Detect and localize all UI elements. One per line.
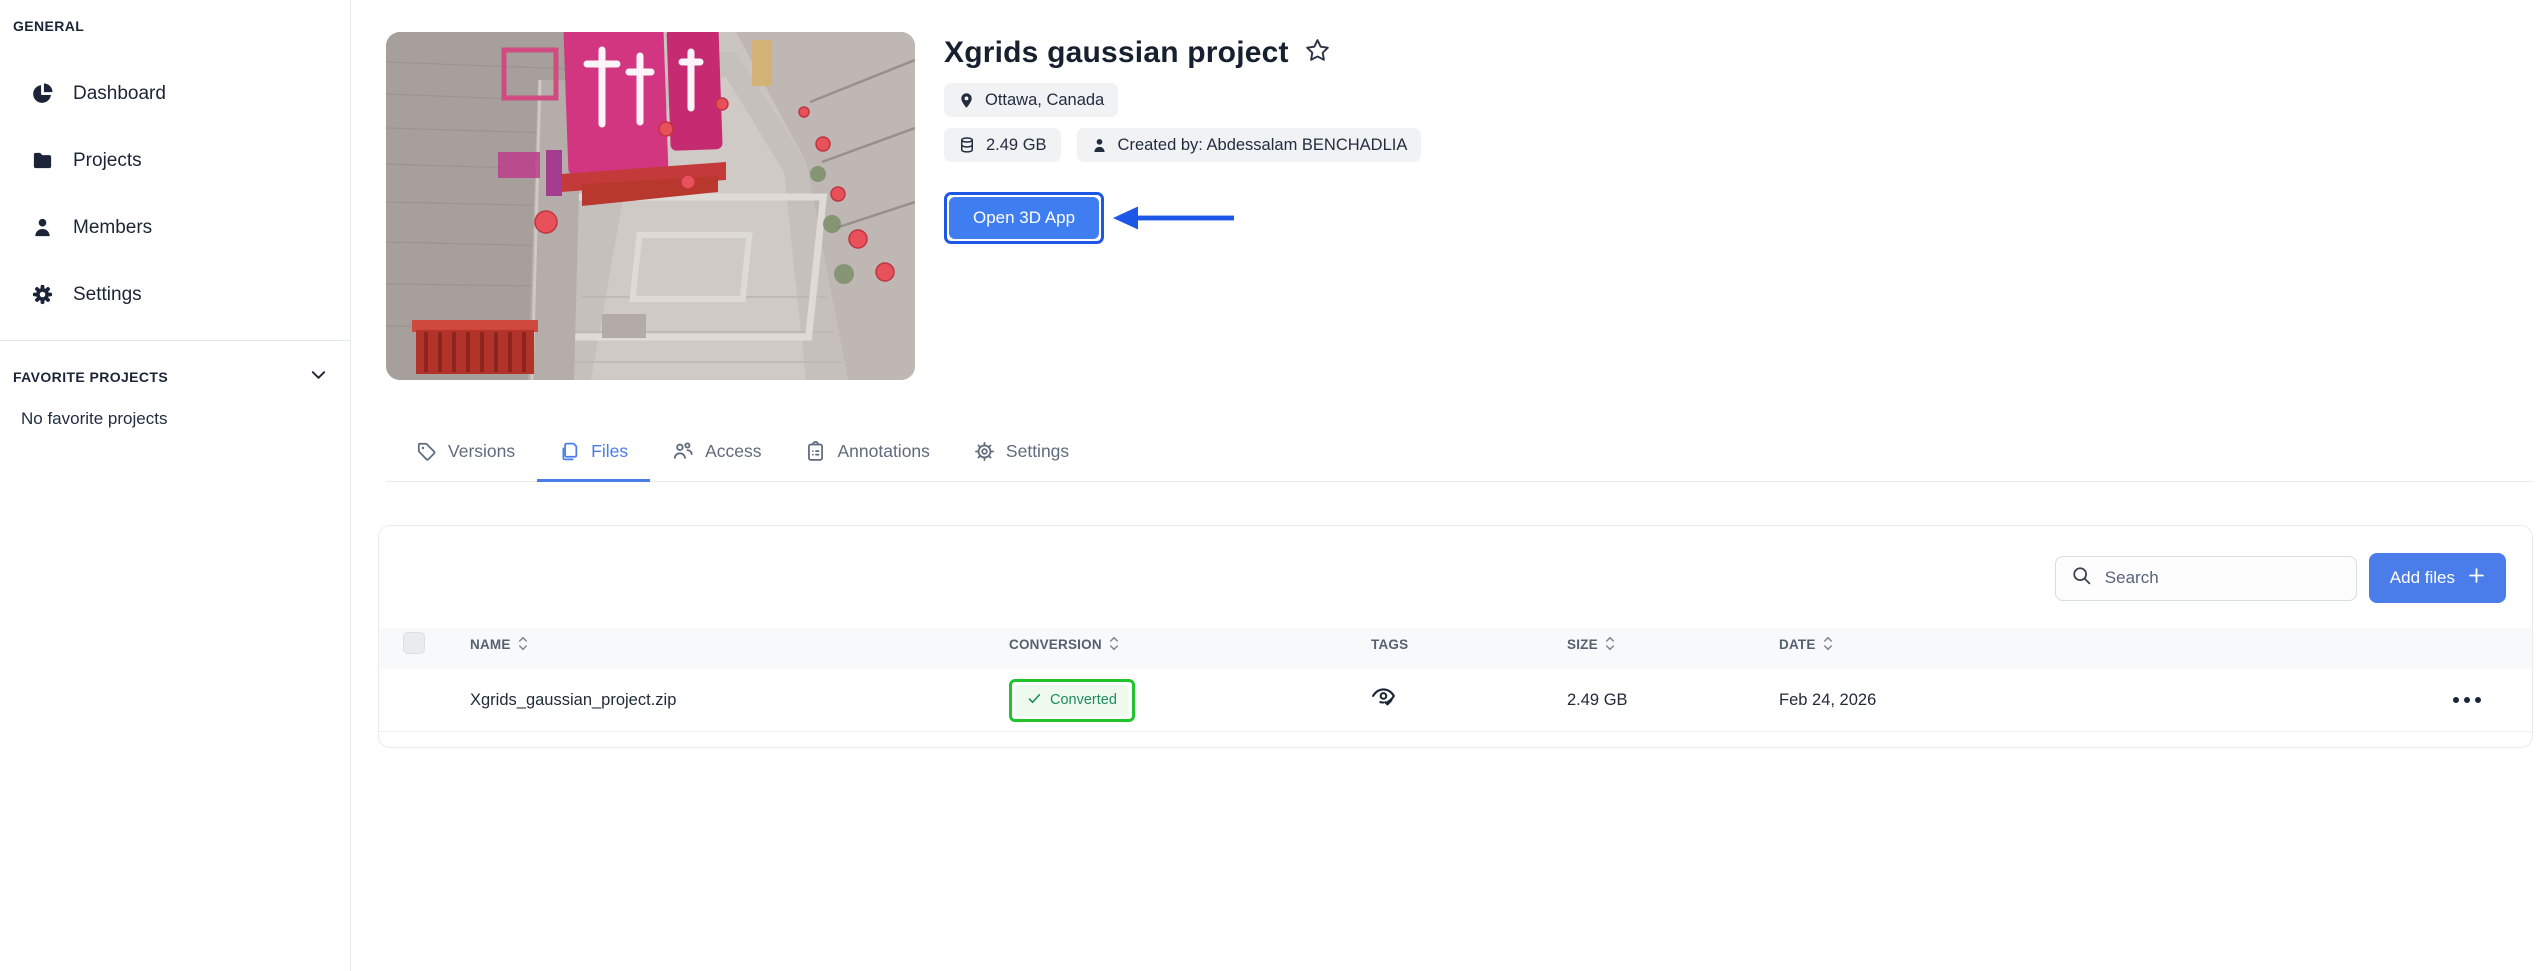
tab-settings[interactable]: Settings [952,425,1091,481]
sidebar-item-dashboard[interactable]: Dashboard [0,60,350,127]
sidebar-item-label: Projects [73,150,142,172]
check-icon [1027,691,1042,710]
search-icon [2071,565,2092,591]
location-badge: Ottawa, Canada [944,83,1118,117]
files-toolbar: Add files [379,526,2532,628]
files-icon [559,441,580,462]
sidebar-item-label: Members [73,217,152,239]
tab-label: Versions [448,441,515,462]
annotation-arrow [1111,203,1237,233]
creator-badge: Created by: Abdessalam BENCHADLIA [1077,128,1422,162]
add-files-button[interactable]: Add files [2369,553,2506,603]
sort-icon [518,636,528,654]
favorites-empty-text: No favorite projects [0,389,350,429]
gear-icon [31,283,54,306]
favorite-projects-toggle[interactable]: FAVORITE PROJECTS [0,341,350,389]
project-header: Xgrids gaussian project Ottawa, Canada [386,32,2545,380]
files-panel: Add files NAME CONVERSION TAGS [378,525,2533,748]
annotation-highlight-box-green: Converted [1009,679,1135,722]
map-pin-icon [958,92,975,109]
column-header-tags: TAGS [1371,637,1567,652]
tag-icon [416,441,437,462]
tab-label: Files [591,441,628,462]
tab-label: Access [705,441,761,462]
sidebar-item-projects[interactable]: Projects [0,127,350,194]
person-icon [31,216,54,239]
tab-annotations[interactable]: Annotations [783,425,951,481]
table-row[interactable]: Xgrids_gaussian_project.zip Converted [379,669,2532,732]
size-badge: 2.49 GB [944,128,1061,162]
tab-access[interactable]: Access [650,425,783,481]
conversion-status-badge: Converted [1015,685,1129,716]
open-3d-app-button[interactable]: Open 3D App [949,197,1099,239]
sort-icon [1109,636,1119,654]
conversion-status-label: Converted [1050,692,1117,708]
tab-versions[interactable]: Versions [394,425,537,481]
app-window: GENERAL Dashboard Projects Members [0,0,2545,971]
sidebar-item-label: Dashboard [73,83,166,105]
sidebar-item-label: Settings [73,284,142,306]
people-icon [672,440,694,462]
sort-icon [1823,636,1833,654]
search-input[interactable] [2105,568,2341,588]
folder-icon [31,149,54,172]
tab-bar: Versions Files Access Annotations [386,425,2533,482]
search-box[interactable] [2055,556,2357,601]
column-header-date[interactable]: DATE [1779,636,2402,654]
select-all-checkbox[interactable] [403,632,425,654]
project-thumbnail[interactable] [386,32,915,380]
table-header: NAME CONVERSION TAGS SIZE DATE [379,628,2532,669]
sidebar-nav: Dashboard Projects Members Settings [0,60,350,328]
page-title: Xgrids gaussian project [944,36,1289,70]
row-actions-menu[interactable] [2402,697,2532,703]
pie-chart-icon [31,82,54,105]
add-files-label: Add files [2390,568,2455,588]
chevron-down-icon [309,365,328,389]
sort-icon [1605,636,1615,654]
clipboard-icon [805,441,826,462]
column-header-conversion[interactable]: CONVERSION [1009,636,1371,654]
creator-badge-label: Created by: Abdessalam BENCHADLIA [1118,136,1408,155]
project-info: Xgrids gaussian project Ottawa, Canada [944,32,1421,380]
sidebar-item-settings[interactable]: Settings [0,261,350,328]
file-date: Feb 24, 2026 [1779,691,2402,710]
size-badge-label: 2.49 GB [986,136,1047,155]
location-badge-label: Ottawa, Canada [985,91,1104,110]
file-size: 2.49 GB [1567,691,1779,710]
sidebar-item-members[interactable]: Members [0,194,350,261]
gear-outline-icon [974,441,995,462]
plus-icon [2468,567,2485,589]
sidebar-section-general: GENERAL [0,18,350,34]
tab-files[interactable]: Files [537,425,650,481]
column-header-name[interactable]: NAME [470,636,1009,654]
main-content: Xgrids gaussian project Ottawa, Canada [351,0,2545,971]
sidebar-section-favorites: FAVORITE PROJECTS [13,369,168,385]
database-icon [958,136,976,154]
person-icon [1091,137,1108,154]
favorite-star-icon[interactable] [1304,37,1331,69]
sidebar: GENERAL Dashboard Projects Members [0,0,351,971]
tab-label: Annotations [837,441,929,462]
tab-label: Settings [1006,441,1069,462]
file-name: Xgrids_gaussian_project.zip [470,691,1009,710]
annotation-highlight-box-blue: Open 3D App [944,192,1104,244]
eye-check-icon[interactable] [1371,696,1398,714]
column-header-size[interactable]: SIZE [1567,636,1779,654]
street-scene-image [386,32,915,380]
